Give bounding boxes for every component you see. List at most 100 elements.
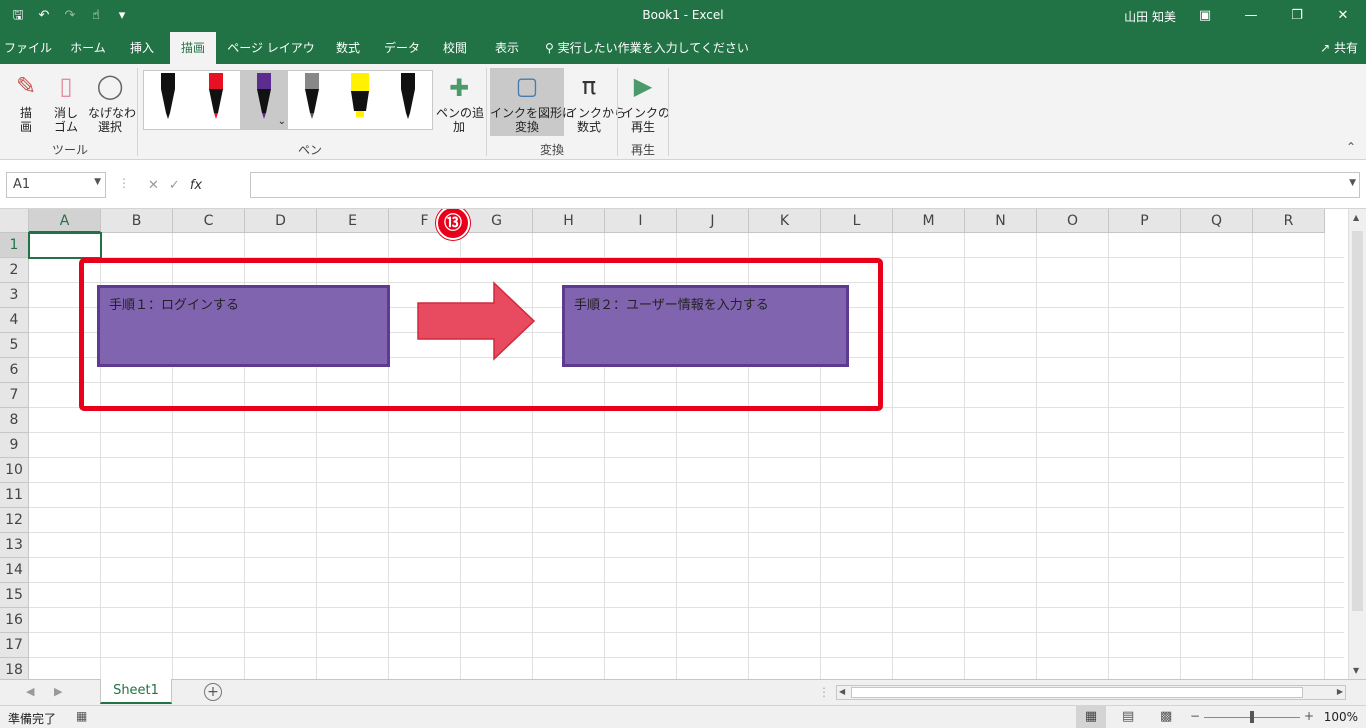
page-layout-view-icon[interactable]: ▤ — [1122, 709, 1134, 724]
scroll-down-icon[interactable]: ▼ — [1353, 666, 1359, 675]
insert-function-button[interactable]: fx — [190, 178, 202, 193]
right-arrow-shape[interactable] — [416, 281, 536, 361]
row-header-15[interactable]: 15 — [0, 583, 29, 608]
tab-insert[interactable]: 挿入 — [120, 32, 164, 64]
macro-record-icon[interactable]: ▦ — [76, 709, 87, 723]
column-header-b[interactable]: B — [101, 209, 173, 233]
column-header-k[interactable]: K — [749, 209, 821, 233]
enter-icon[interactable]: ✓ — [169, 178, 180, 193]
column-header-q[interactable]: Q — [1181, 209, 1253, 233]
restore-icon[interactable]: ❐ — [1274, 0, 1320, 32]
column-header-c[interactable]: C — [173, 209, 245, 233]
pen-black-ballpoint[interactable] — [384, 71, 432, 129]
column-header-n[interactable]: N — [965, 209, 1037, 233]
row-header-11[interactable]: 11 — [0, 483, 29, 508]
shape-step1[interactable]: 手順１：ログインする — [97, 285, 390, 367]
column-header-h[interactable]: H — [533, 209, 605, 233]
user-name[interactable]: 山田 知美 — [1124, 8, 1176, 25]
row-header-14[interactable]: 14 — [0, 558, 29, 583]
tab-review[interactable]: 校閲 — [434, 32, 476, 64]
row-header-2[interactable]: 2 — [0, 258, 29, 283]
lasso-select-button[interactable]: ◯ なげなわ 選択 — [88, 70, 136, 134]
pen-red[interactable] — [192, 71, 240, 129]
column-header-m[interactable]: M — [893, 209, 965, 233]
horizontal-scrollbar[interactable]: ◀ ▶ — [836, 685, 1346, 700]
column-header-i[interactable]: I — [605, 209, 677, 233]
horizontal-scroll-thumb[interactable] — [851, 687, 1303, 698]
row-header-10[interactable]: 10 — [0, 458, 29, 483]
tell-me-box[interactable]: ⚲ 実行したい作業を入力してください — [545, 32, 749, 64]
column-header-o[interactable]: O — [1037, 209, 1109, 233]
name-box[interactable]: A1 ▼ — [6, 172, 106, 198]
active-cell[interactable] — [28, 232, 102, 259]
draw-button[interactable]: ✎ 描 画 — [8, 70, 44, 134]
column-header-d[interactable]: D — [245, 209, 317, 233]
formula-input[interactable] — [250, 172, 1360, 198]
row-header-1[interactable]: 1 — [0, 233, 29, 258]
column-header-a[interactable]: A — [29, 209, 101, 233]
add-sheet-icon[interactable]: + — [204, 683, 222, 701]
column-header-j[interactable]: J — [677, 209, 749, 233]
ink-replay-button[interactable]: ▶ インクの 再生 — [622, 70, 670, 134]
vertical-scrollbar[interactable]: ▲ ▼ — [1348, 209, 1366, 679]
row-header-5[interactable]: 5 — [0, 333, 29, 358]
row-header-9[interactable]: 9 — [0, 433, 29, 458]
column-header-e[interactable]: E — [317, 209, 389, 233]
highlighter-yellow[interactable] — [336, 71, 384, 129]
scroll-left-icon[interactable]: ◀ — [839, 687, 845, 696]
row-header-8[interactable]: 8 — [0, 408, 29, 433]
row-header-17[interactable]: 17 — [0, 633, 29, 658]
row-header-6[interactable]: 6 — [0, 358, 29, 383]
tab-home[interactable]: ホーム — [60, 32, 116, 64]
page-break-view-icon[interactable]: ▩ — [1160, 709, 1172, 724]
zoom-slider-thumb[interactable] — [1250, 711, 1254, 723]
tab-view[interactable]: 表示 — [486, 32, 528, 64]
add-pen-button[interactable]: ✚ ペンの追 加 — [436, 74, 484, 134]
sheet-prev-icon[interactable]: ◀ — [26, 685, 34, 698]
close-icon[interactable]: ✕ — [1320, 0, 1366, 32]
row-header-13[interactable]: 13 — [0, 533, 29, 558]
vertical-scroll-thumb[interactable] — [1352, 231, 1363, 611]
row-header-12[interactable]: 12 — [0, 508, 29, 533]
pen-purple-selected[interactable]: ⌄ — [240, 71, 288, 129]
pen-black-felt[interactable] — [144, 71, 192, 129]
minimize-icon[interactable]: — — [1228, 0, 1274, 32]
more-options-icon[interactable]: ⋮ — [118, 176, 130, 190]
scroll-right-icon[interactable]: ▶ — [1337, 687, 1343, 696]
eraser-button[interactable]: ▯ 消し ゴム — [48, 70, 84, 134]
scroll-up-icon[interactable]: ▲ — [1353, 213, 1359, 222]
normal-view-icon[interactable]: ▦ — [1076, 706, 1106, 728]
chevron-down-icon[interactable]: ⌄ — [278, 116, 286, 127]
expand-formula-bar-icon[interactable]: ▼ — [1349, 178, 1356, 188]
column-header-l[interactable]: L — [821, 209, 893, 233]
tab-page-layout[interactable]: ページ レイアウト — [224, 32, 318, 87]
row-header-4[interactable]: 4 — [0, 308, 29, 333]
row-header-16[interactable]: 16 — [0, 608, 29, 633]
sheet-next-icon[interactable]: ▶ — [54, 685, 62, 698]
tab-draw[interactable]: 描画 — [170, 32, 216, 64]
tab-data[interactable]: データ — [380, 32, 424, 64]
sheet-tab-sheet1[interactable]: Sheet1 — [100, 679, 172, 704]
splitter-icon[interactable]: ⋮ — [818, 685, 830, 699]
row-header-3[interactable]: 3 — [0, 283, 29, 308]
column-header-g[interactable]: G — [461, 209, 533, 233]
pencil-gray[interactable] — [288, 71, 336, 129]
ribbon-display-icon[interactable]: ▣ — [1182, 0, 1228, 32]
collapse-ribbon-icon[interactable]: ⌃ — [1346, 140, 1356, 154]
select-all-corner[interactable] — [0, 209, 29, 233]
column-header-r[interactable]: R — [1253, 209, 1325, 233]
row-header-18[interactable]: 18 — [0, 658, 29, 679]
share-button[interactable]: ↗ 共有 — [1320, 32, 1358, 64]
shape-step2[interactable]: 手順２：ユーザー情報を入力する — [562, 285, 849, 367]
tab-file[interactable]: ファイル — [0, 32, 56, 64]
row-header-7[interactable]: 7 — [0, 383, 29, 408]
zoom-level[interactable]: 100% — [1324, 710, 1358, 724]
ink-to-shape-button[interactable]: ▢ インクを図形に 変換 — [490, 70, 574, 134]
ink-to-math-button[interactable]: π インクから 数式 — [566, 70, 626, 134]
column-header-p[interactable]: P — [1109, 209, 1181, 233]
pi-icon: π — [581, 72, 597, 100]
tab-formulas[interactable]: 数式 — [328, 32, 368, 64]
cancel-icon[interactable]: ✕ — [148, 178, 159, 193]
zoom-out-icon[interactable]: − — [1190, 709, 1200, 723]
zoom-in-icon[interactable]: + — [1304, 709, 1314, 723]
